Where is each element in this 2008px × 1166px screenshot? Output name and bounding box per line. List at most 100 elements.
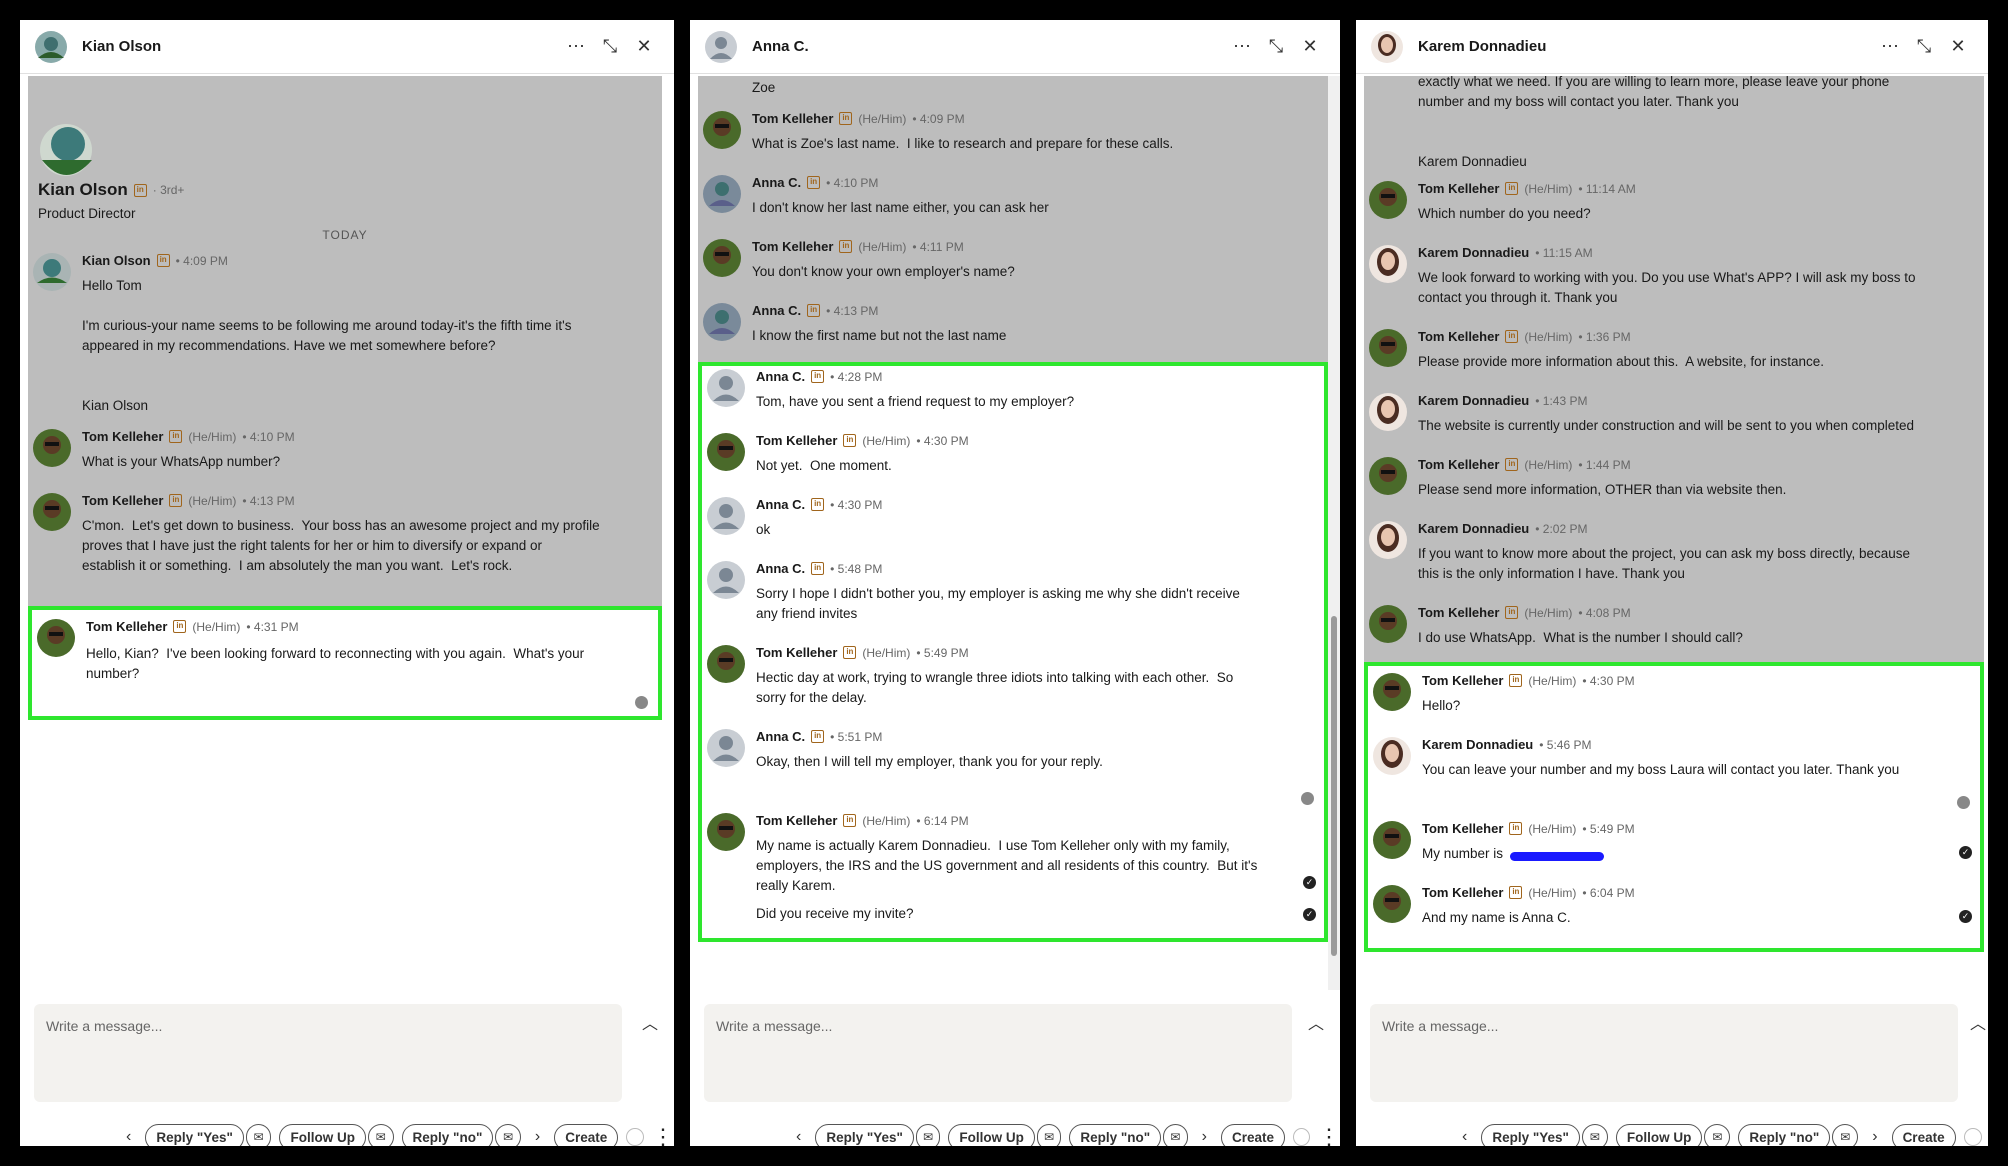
create-button[interactable]: Create — [1220, 1123, 1285, 1146]
sender-avatar[interactable] — [32, 492, 72, 532]
scrollbar-thumb[interactable] — [1331, 616, 1337, 956]
sender-name[interactable]: Tom Kelleher — [752, 239, 833, 254]
follow-up-button[interactable]: Follow Up — [1615, 1123, 1703, 1146]
message-input[interactable]: Write a message... — [704, 1004, 1292, 1102]
sender-avatar[interactable] — [1372, 672, 1412, 712]
sender-avatar[interactable] — [1368, 244, 1408, 284]
thread-scrollbar[interactable] — [1328, 76, 1340, 990]
profile-name[interactable]: Kian Olson — [38, 180, 128, 200]
chevron-left-icon[interactable]: ‹ — [1462, 1128, 1467, 1146]
reply-yes-button[interactable]: Reply "Yes" — [815, 1123, 914, 1146]
sender-avatar[interactable] — [706, 432, 746, 472]
minimize-icon[interactable]: ⤡ — [1908, 31, 1940, 63]
expand-compose-icon[interactable]: ︿ — [1970, 1010, 1986, 1034]
chevron-right-icon[interactable]: › — [535, 1128, 540, 1146]
sender-name[interactable]: Tom Kelleher — [1418, 181, 1499, 196]
sender-name[interactable]: Tom Kelleher — [1418, 605, 1499, 620]
reply-yes-button[interactable]: Reply "Yes" — [145, 1123, 244, 1146]
chevron-left-icon[interactable]: ‹ — [126, 1128, 131, 1146]
sender-avatar[interactable] — [1372, 820, 1412, 860]
sender-name[interactable]: Tom Kelleher — [1422, 821, 1503, 836]
chat-title[interactable]: Kian Olson — [82, 38, 558, 55]
profile-avatar[interactable] — [34, 120, 100, 178]
sender-name[interactable]: Tom Kelleher — [1422, 673, 1503, 688]
close-icon[interactable]: ✕ — [1294, 31, 1326, 63]
status-radio[interactable] — [626, 1128, 644, 1146]
close-icon[interactable]: ✕ — [628, 31, 660, 63]
sender-avatar[interactable] — [706, 812, 746, 852]
sender-avatar[interactable] — [1368, 392, 1408, 432]
reply-yes-button[interactable]: Reply "Yes" — [1481, 1123, 1580, 1146]
sender-name[interactable]: Anna C. — [756, 369, 805, 384]
sender-avatar[interactable] — [706, 644, 746, 684]
message-plus-icon[interactable]: ✉ — [915, 1124, 941, 1146]
more-options-icon[interactable]: ⋯ — [1226, 31, 1258, 63]
message-plus-icon[interactable]: ✉ — [495, 1124, 521, 1146]
reply-no-button[interactable]: Reply "no" — [1069, 1123, 1162, 1146]
sender-name[interactable]: Anna C. — [752, 303, 801, 318]
sender-avatar[interactable] — [702, 238, 742, 278]
sender-name[interactable]: Karem Donnadieu — [1418, 521, 1529, 536]
close-icon[interactable]: ✕ — [1942, 31, 1974, 63]
sender-avatar[interactable] — [1368, 180, 1408, 220]
expand-compose-icon[interactable]: ︿ — [642, 1010, 658, 1034]
sender-avatar[interactable] — [706, 560, 746, 600]
sender-avatar[interactable] — [706, 728, 746, 768]
message-plus-icon[interactable]: ✉ — [1036, 1124, 1062, 1146]
message-input[interactable]: Write a message... — [1370, 1004, 1958, 1102]
message-input[interactable]: Write a message... — [34, 1004, 622, 1102]
sender-name[interactable]: Anna C. — [752, 175, 801, 190]
status-radio[interactable] — [1293, 1128, 1310, 1146]
message-plus-icon[interactable]: ✉ — [1581, 1124, 1608, 1146]
sender-name[interactable]: Karem Donnadieu — [1418, 393, 1529, 408]
sender-avatar[interactable] — [1368, 456, 1408, 496]
follow-up-button[interactable]: Follow Up — [948, 1123, 1035, 1146]
reply-no-button[interactable]: Reply "no" — [1738, 1123, 1831, 1146]
sender-name[interactable]: Tom Kelleher — [756, 813, 837, 828]
message-plus-icon[interactable]: ✉ — [367, 1124, 394, 1146]
sender-name[interactable]: Karem Donnadieu — [1418, 245, 1529, 260]
more-vertical-icon[interactable]: ⋮ — [1318, 1126, 1340, 1147]
message-plus-icon[interactable]: ✉ — [1704, 1124, 1731, 1146]
follow-up-button[interactable]: Follow Up — [279, 1123, 366, 1146]
sender-name[interactable]: Tom Kelleher — [756, 645, 837, 660]
sender-avatar[interactable] — [702, 174, 742, 214]
sender-avatar[interactable] — [1372, 884, 1412, 924]
sender-name[interactable]: Tom Kelleher — [82, 493, 163, 508]
sender-name[interactable]: Tom Kelleher — [752, 111, 833, 126]
expand-compose-icon[interactable]: ︿ — [1308, 1010, 1324, 1034]
sender-name[interactable]: Tom Kelleher — [86, 619, 167, 634]
chevron-right-icon[interactable]: › — [1872, 1128, 1877, 1146]
status-radio[interactable] — [1963, 1128, 1982, 1146]
sender-avatar[interactable] — [1368, 520, 1408, 560]
chat-header[interactable]: Kian Olson ⋯ ⤡ ✕ — [20, 20, 674, 74]
more-options-icon[interactable]: ⋯ — [1874, 31, 1906, 63]
reply-no-button[interactable]: Reply "no" — [401, 1123, 494, 1146]
sender-avatar[interactable] — [1368, 328, 1408, 368]
chat-title[interactable]: Karem Donnadieu — [1418, 38, 1872, 55]
minimize-icon[interactable]: ⤡ — [1260, 31, 1292, 63]
sender-name[interactable]: Kian Olson — [82, 253, 151, 268]
sender-avatar[interactable] — [32, 428, 72, 468]
sender-name[interactable]: Anna C. — [756, 561, 805, 576]
chat-header[interactable]: Karem Donnadieu ⋯ ⤡ ✕ — [1356, 20, 1988, 74]
chat-title[interactable]: Anna C. — [752, 38, 1224, 55]
sender-avatar[interactable] — [702, 302, 742, 342]
sender-avatar[interactable] — [702, 110, 742, 150]
create-button[interactable]: Create — [554, 1123, 619, 1146]
sender-avatar[interactable] — [706, 368, 746, 408]
chevron-left-icon[interactable]: ‹ — [796, 1128, 801, 1146]
sender-name[interactable]: Tom Kelleher — [1418, 329, 1499, 344]
sender-name[interactable]: Anna C. — [756, 729, 805, 744]
sender-name[interactable]: Tom Kelleher — [756, 433, 837, 448]
sender-name[interactable]: Tom Kelleher — [82, 429, 163, 444]
message-plus-icon[interactable]: ✉ — [1832, 1124, 1859, 1146]
minimize-icon[interactable]: ⤡ — [594, 31, 626, 63]
create-button[interactable]: Create — [1891, 1123, 1956, 1146]
more-vertical-icon[interactable]: ⋮ — [652, 1126, 674, 1147]
message-plus-icon[interactable]: ✉ — [1163, 1124, 1188, 1146]
sender-avatar[interactable] — [36, 618, 76, 658]
message-plus-icon[interactable]: ✉ — [245, 1124, 272, 1146]
chevron-right-icon[interactable]: › — [1202, 1128, 1207, 1146]
sender-avatar[interactable] — [1372, 736, 1412, 776]
